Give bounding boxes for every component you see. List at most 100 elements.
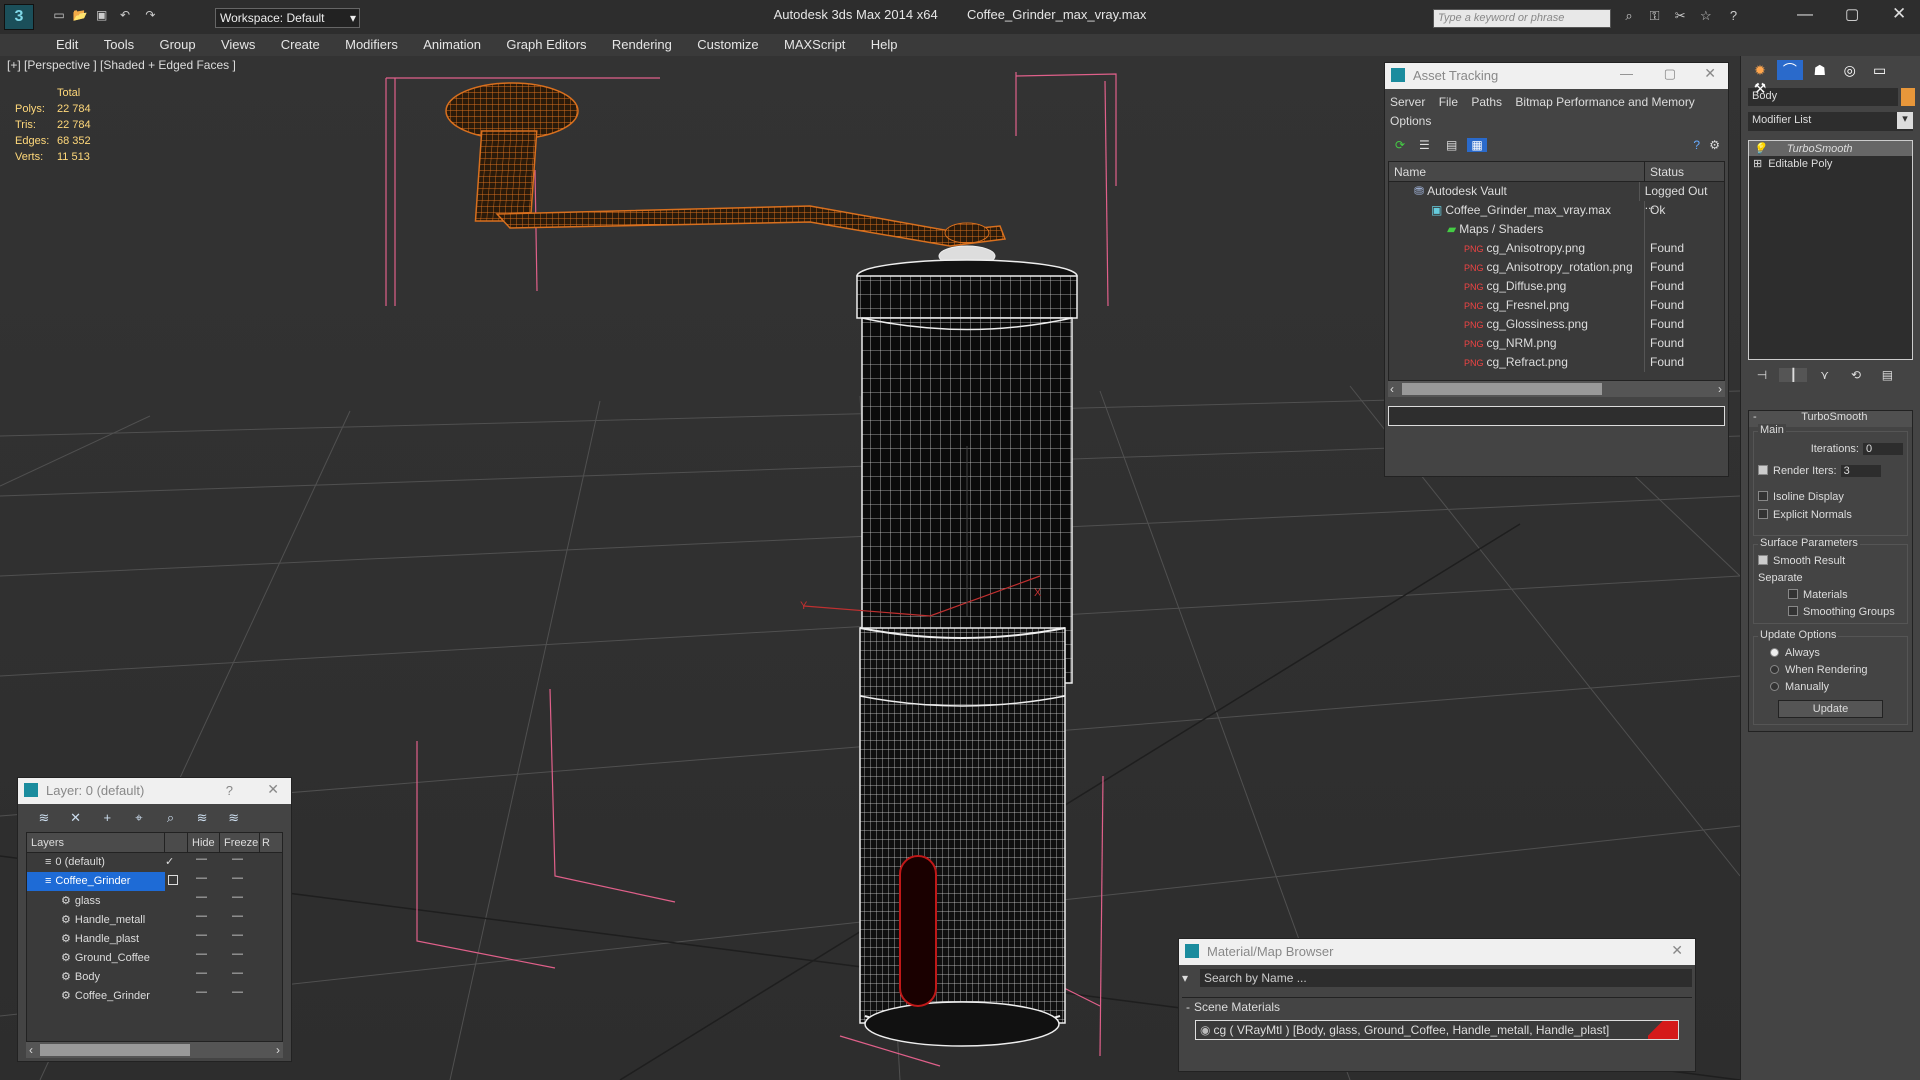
list-item[interactable]: ≡ Coffee_Grinder — — <box>27 872 282 891</box>
list-item[interactable]: ⚙ Handle_metall — — <box>27 910 282 929</box>
menu-edit[interactable]: Edit <box>45 34 89 55</box>
select-layer-icon[interactable]: ⌕ <box>157 810 185 826</box>
close-button[interactable]: ✕ <box>1704 65 1716 82</box>
make-unique-icon[interactable]: ⋎ <box>1811 368 1839 382</box>
scroll-right-icon[interactable]: › <box>276 1043 280 1057</box>
help-icon[interactable]: ? <box>1693 138 1700 152</box>
list-item[interactable]: ≡ 0 (default) ✓ — — <box>27 853 282 872</box>
options-dropdown-icon[interactable]: ▾ <box>1182 969 1200 987</box>
add-to-layer-icon[interactable]: + <box>93 810 121 825</box>
help-icon[interactable]: ? <box>1721 8 1747 23</box>
configure-sets-icon[interactable]: ▤ <box>1873 368 1901 382</box>
hide-toggle[interactable]: — <box>188 872 220 891</box>
freeze-toggle[interactable]: — <box>220 948 260 967</box>
light-bulb-icon[interactable]: 💡 <box>1753 143 1767 155</box>
table-row[interactable]: PNG cg_Fresnel.png Found <box>1389 296 1724 315</box>
scroll-thumb[interactable] <box>1402 383 1602 395</box>
menu-maxscript[interactable]: MAXScript <box>773 34 856 55</box>
display-tab-icon[interactable]: ▭ <box>1867 62 1893 79</box>
hide-toggle[interactable]: — <box>188 986 220 1005</box>
hide-toggle[interactable]: — <box>188 891 220 910</box>
freeze-toggle[interactable]: — <box>220 853 260 872</box>
column-header-status[interactable]: Status <box>1645 162 1689 181</box>
current-layer-box[interactable] <box>165 872 188 891</box>
freeze-toggle[interactable]: — <box>220 872 260 891</box>
layer-manager-titlebar[interactable]: Layer: 0 (default) ? ✕ <box>18 778 291 804</box>
menu-options[interactable]: Options <box>1390 114 1431 128</box>
explicit-normals-checkbox[interactable] <box>1758 509 1768 519</box>
smooth-result-checkbox[interactable] <box>1758 555 1768 565</box>
scroll-right-icon[interactable]: › <box>1718 382 1722 396</box>
close-button[interactable]: ✕ <box>267 781 279 798</box>
collapse-icon[interactable]: - <box>1186 1000 1190 1014</box>
minimize-button[interactable]: — <box>1797 6 1813 24</box>
delete-layer-icon[interactable]: ✕ <box>62 810 90 826</box>
menu-create[interactable]: Create <box>270 34 331 55</box>
material-search-input[interactable]: Search by Name ... <box>1200 969 1692 987</box>
expand-icon[interactable]: ⊞ <box>1753 158 1762 170</box>
menu-tools[interactable]: Tools <box>93 34 145 55</box>
table-row[interactable]: PNG cg_NRM.png Found <box>1389 334 1724 353</box>
scroll-thumb[interactable] <box>40 1044 190 1056</box>
list-item[interactable]: ⚙ Handle_plast — — <box>27 929 282 948</box>
asset-tracking-titlebar[interactable]: Asset Tracking — ▢ ✕ <box>1385 63 1728 89</box>
column-header-hide[interactable]: Hide <box>188 833 220 852</box>
table-row[interactable]: PNG cg_Anisotropy.png Found <box>1389 239 1724 258</box>
binoculars-icon[interactable]: ⌕ <box>1618 8 1640 24</box>
stack-item-editable-poly[interactable]: ⊞ Editable Poly <box>1749 156 1912 171</box>
horizontal-scrollbar[interactable]: ‹ › <box>26 1042 283 1058</box>
menu-graph-editors[interactable]: Graph Editors <box>495 34 597 55</box>
close-button[interactable]: ✕ <box>1892 4 1906 24</box>
horizontal-scrollbar[interactable]: ‹ › <box>1388 381 1725 397</box>
current-layer-icon[interactable]: ≋ <box>188 810 216 826</box>
star-icon[interactable]: ☆ <box>1695 8 1717 24</box>
render-iters-spinner[interactable]: 3 <box>1840 465 1881 477</box>
update-button[interactable]: Update <box>1778 700 1883 718</box>
menu-views[interactable]: Views <box>210 34 266 55</box>
material-browser-titlebar[interactable]: Material/Map Browser ✕ <box>1179 939 1695 965</box>
iterations-spinner[interactable]: 0 <box>1863 443 1903 455</box>
table-row[interactable]: PNG cg_Diffuse.png Found <box>1389 277 1724 296</box>
hierarchy-tab-icon[interactable]: ☗ <box>1807 62 1833 79</box>
tools-icon[interactable]: ✂ <box>1669 8 1691 24</box>
minimize-button[interactable]: — <box>1620 66 1633 81</box>
table-row[interactable]: ⛃ Autodesk Vault Logged Out ... <box>1389 182 1724 212</box>
materials-checkbox[interactable] <box>1788 589 1798 599</box>
path-field[interactable] <box>1388 406 1725 426</box>
modifier-list-dropdown[interactable]: Modifier List ▾ <box>1748 112 1913 131</box>
hide-toggle[interactable]: — <box>188 853 220 872</box>
column-header-render[interactable]: R <box>260 833 272 852</box>
key-icon[interactable]: ⚿ <box>1644 8 1666 24</box>
table-row[interactable]: ▣ Coffee_Grinder_max_vray.max Ok <box>1389 201 1724 220</box>
menu-modifiers[interactable]: Modifiers <box>334 34 409 55</box>
list-item[interactable]: ⚙ Ground_Coffee — — <box>27 948 282 967</box>
viewport-label[interactable]: [+] [Perspective ] [Shaded + Edged Faces… <box>7 58 236 72</box>
show-end-result-icon[interactable]: ┃ <box>1779 368 1808 382</box>
refresh-icon[interactable]: ⟳ <box>1391 138 1409 152</box>
scroll-left-icon[interactable]: ‹ <box>1390 382 1394 396</box>
table-view-icon[interactable]: ▤ <box>1440 138 1464 152</box>
motion-tab-icon[interactable]: ◎ <box>1837 62 1863 79</box>
scene-materials-section[interactable]: - Scene Materials <box>1182 997 1692 1016</box>
manually-radio[interactable] <box>1770 682 1779 691</box>
menu-file[interactable]: File <box>1439 95 1458 109</box>
list-item[interactable]: ⚙ Coffee_Grinder — — <box>27 986 282 1005</box>
hide-toggle[interactable]: — <box>188 929 220 948</box>
stack-item-turbosmooth[interactable]: 💡 TurboSmooth <box>1749 141 1912 156</box>
create-tab-icon[interactable]: ✹ <box>1747 62 1773 79</box>
menu-server[interactable]: Server <box>1390 95 1425 109</box>
column-header-layers[interactable]: Layers <box>27 833 165 852</box>
current-check-icon[interactable]: ✓ <box>165 853 188 872</box>
select-objects-icon[interactable]: ⌖ <box>125 810 153 826</box>
hide-toggle[interactable]: — <box>188 910 220 929</box>
menu-animation[interactable]: Animation <box>412 34 492 55</box>
menu-rendering[interactable]: Rendering <box>601 34 683 55</box>
hide-toggle[interactable]: — <box>188 967 220 986</box>
freeze-toggle[interactable]: — <box>220 910 260 929</box>
menu-paths[interactable]: Paths <box>1471 95 1502 109</box>
menu-help[interactable]: Help <box>860 34 909 55</box>
always-radio[interactable] <box>1770 648 1779 657</box>
close-button[interactable]: ✕ <box>1671 942 1683 959</box>
freeze-toggle[interactable]: — <box>220 891 260 910</box>
list-item[interactable]: ⚙ Body — — <box>27 967 282 986</box>
